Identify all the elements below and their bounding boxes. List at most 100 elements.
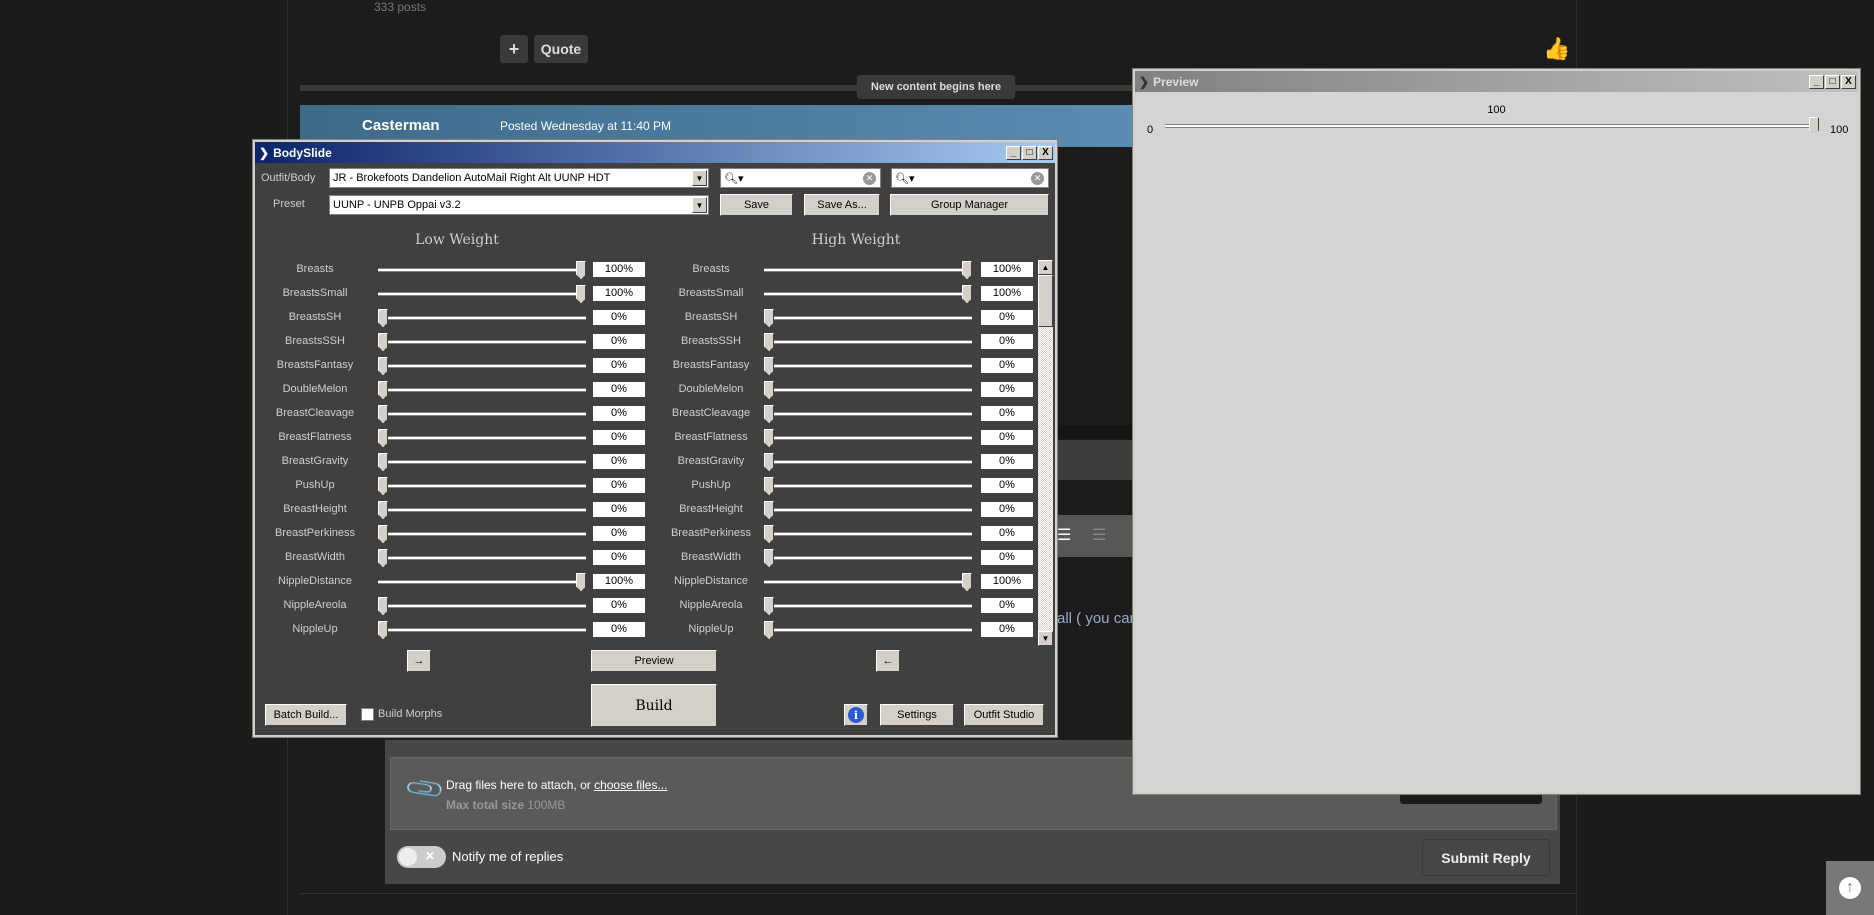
slider-thumb[interactable]	[378, 357, 388, 375]
slider-thumb[interactable]	[764, 549, 774, 567]
high-value-field[interactable]: 0%	[981, 598, 1033, 613]
low-weight-slider[interactable]	[378, 428, 586, 448]
low-value-field[interactable]: 0%	[593, 622, 645, 637]
slider-thumb[interactable]	[764, 429, 774, 447]
slider-thumb[interactable]	[378, 453, 388, 471]
slider-thumb[interactable]	[378, 429, 388, 447]
slider-thumb[interactable]	[378, 381, 388, 399]
high-value-field[interactable]: 0%	[981, 310, 1033, 325]
slider-thumb[interactable]	[764, 621, 774, 639]
high-weight-slider[interactable]	[764, 452, 972, 472]
low-value-field[interactable]: 0%	[593, 598, 645, 613]
low-value-field[interactable]: 0%	[593, 478, 645, 493]
high-value-field[interactable]: 0%	[981, 502, 1033, 517]
low-weight-slider[interactable]	[378, 260, 586, 280]
low-weight-slider[interactable]	[378, 380, 586, 400]
scrollbar[interactable]: ▲ ▼	[1038, 260, 1053, 646]
high-value-field[interactable]: 0%	[981, 358, 1033, 373]
scroll-to-top-button[interactable]: ↑	[1826, 861, 1874, 915]
slider-thumb[interactable]	[378, 477, 388, 495]
build-button[interactable]: Build	[591, 684, 717, 727]
low-weight-slider[interactable]	[378, 596, 586, 616]
low-value-field[interactable]: 0%	[593, 502, 645, 517]
outfit-dropdown[interactable]: JR - Brokefoots Dandelion AutoMail Right…	[329, 168, 709, 188]
low-weight-slider[interactable]	[378, 284, 586, 304]
high-value-field[interactable]: 0%	[981, 622, 1033, 637]
high-value-field[interactable]: 0%	[981, 334, 1033, 349]
group-manager-button[interactable]: Group Manager	[890, 194, 1049, 216]
low-weight-slider[interactable]	[378, 620, 586, 640]
high-value-field[interactable]: 0%	[981, 382, 1033, 397]
low-weight-slider[interactable]	[378, 308, 586, 328]
high-weight-slider[interactable]	[764, 332, 972, 352]
notify-toggle[interactable]: ✕	[397, 846, 446, 868]
choose-files-link[interactable]: choose files...	[594, 778, 667, 792]
high-weight-slider[interactable]	[764, 380, 972, 400]
slider-thumb[interactable]	[764, 309, 774, 327]
slider-thumb[interactable]	[378, 597, 388, 615]
low-weight-slider[interactable]	[378, 548, 586, 568]
high-value-field[interactable]: 0%	[981, 454, 1033, 469]
low-value-field[interactable]: 0%	[593, 550, 645, 565]
settings-button[interactable]: Settings	[880, 704, 954, 726]
slider-thumb[interactable]	[962, 285, 972, 303]
high-weight-slider[interactable]	[764, 284, 972, 304]
editor-text[interactable]: all ( you can	[1057, 610, 1133, 627]
copy-high-to-low-button[interactable]: ←	[876, 650, 900, 672]
low-value-field[interactable]: 0%	[593, 382, 645, 397]
low-weight-slider[interactable]	[378, 476, 586, 496]
clear-icon[interactable]: ✕	[863, 172, 876, 185]
slider-thumb[interactable]	[378, 333, 388, 351]
high-value-field[interactable]: 100%	[981, 262, 1033, 277]
high-weight-slider[interactable]	[764, 620, 972, 640]
preset-dropdown[interactable]: UUNP - UNPB Oppai v3.2 ▼	[329, 195, 709, 215]
low-value-field[interactable]: 0%	[593, 358, 645, 373]
slider-thumb[interactable]	[764, 597, 774, 615]
low-value-field[interactable]: 0%	[593, 454, 645, 469]
maximize-button[interactable]: □	[1022, 145, 1037, 160]
preview-weight-slider[interactable]	[1165, 116, 1819, 136]
info-button[interactable]: i	[844, 704, 868, 726]
low-value-field[interactable]: 100%	[593, 286, 645, 301]
low-value-field[interactable]: 0%	[593, 406, 645, 421]
low-weight-slider[interactable]	[378, 356, 586, 376]
slider-thumb[interactable]	[962, 261, 972, 279]
low-value-field[interactable]: 100%	[593, 262, 645, 277]
low-value-field[interactable]: 100%	[593, 574, 645, 589]
copy-low-to-high-button[interactable]: →	[407, 650, 431, 672]
high-value-field[interactable]: 100%	[981, 574, 1033, 589]
scroll-down-button[interactable]: ▼	[1038, 631, 1053, 646]
save-as-button[interactable]: Save As...	[804, 194, 880, 216]
high-value-field[interactable]: 0%	[981, 478, 1033, 493]
high-weight-slider[interactable]	[764, 476, 972, 496]
high-value-field[interactable]: 100%	[981, 286, 1033, 301]
build-morphs-checkbox[interactable]	[361, 708, 374, 721]
slider-thumb[interactable]	[764, 333, 774, 351]
low-weight-slider[interactable]	[378, 452, 586, 472]
align-list-icon[interactable]: ☰	[1057, 525, 1071, 545]
low-weight-slider[interactable]	[378, 500, 586, 520]
slider-thumb[interactable]	[378, 309, 388, 327]
low-value-field[interactable]: 0%	[593, 334, 645, 349]
low-weight-slider[interactable]	[378, 524, 586, 544]
slider-thumb[interactable]	[378, 405, 388, 423]
slider-thumb[interactable]	[764, 405, 774, 423]
slider-thumb[interactable]	[764, 453, 774, 471]
slider-thumb[interactable]	[378, 621, 388, 639]
high-weight-slider[interactable]	[764, 548, 972, 568]
slider-thumb[interactable]	[764, 501, 774, 519]
slider-thumb[interactable]	[764, 381, 774, 399]
slider-thumb[interactable]	[378, 549, 388, 567]
high-value-field[interactable]: 0%	[981, 406, 1033, 421]
slider-thumb[interactable]	[576, 285, 586, 303]
high-value-field[interactable]: 0%	[981, 550, 1033, 565]
maximize-button[interactable]: □	[1825, 74, 1840, 89]
slider-thumb[interactable]	[764, 525, 774, 543]
post-author[interactable]: Casterman	[362, 117, 440, 134]
low-value-field[interactable]: 0%	[593, 310, 645, 325]
minimize-button[interactable]: _	[1006, 145, 1021, 160]
slider-thumb[interactable]	[576, 261, 586, 279]
preview-titlebar[interactable]: ❯ Preview _ □ X	[1135, 71, 1858, 92]
low-weight-slider[interactable]	[378, 404, 586, 424]
outdent-icon[interactable]: ☰	[1092, 525, 1106, 545]
